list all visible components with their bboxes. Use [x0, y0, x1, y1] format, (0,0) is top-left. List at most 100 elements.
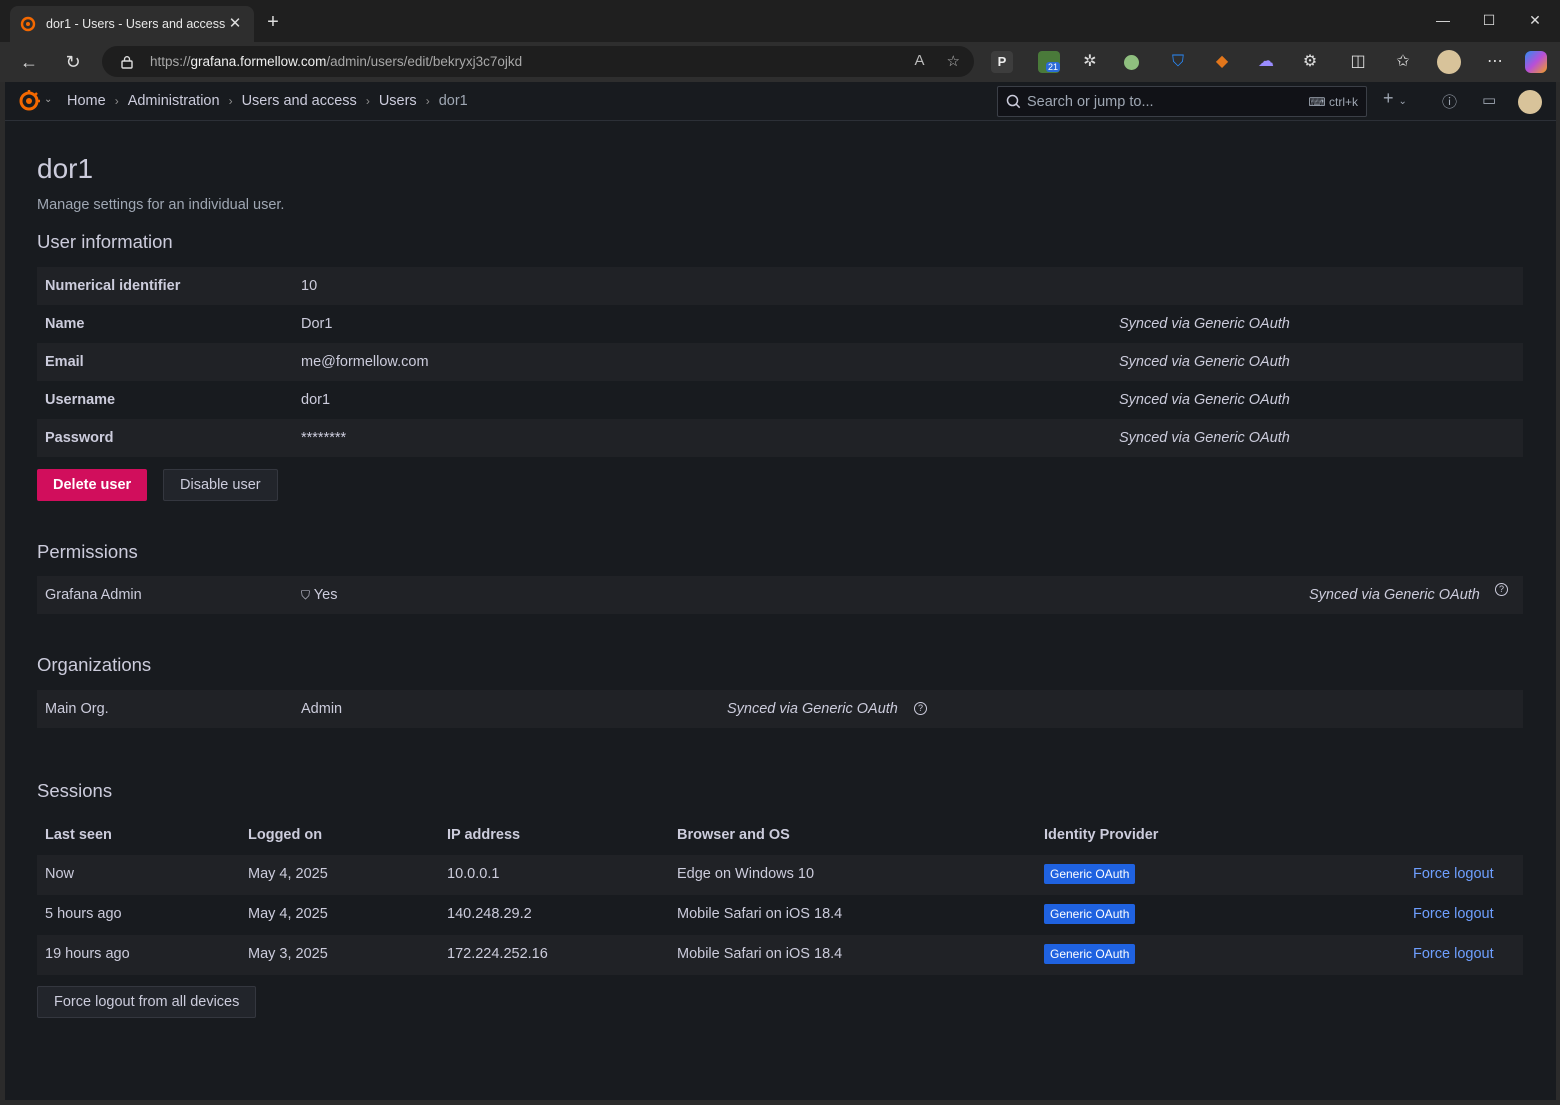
- permissions-heading: Permissions: [37, 541, 138, 562]
- address-bar[interactable]: https://grafana.formellow.com/admin/user…: [102, 46, 974, 77]
- extensions-puzzle-icon[interactable]: ⚙: [1299, 51, 1321, 73]
- sessions-heading: Sessions: [37, 780, 113, 801]
- last-seen: 19 hours ago: [45, 946, 130, 962]
- permissions-help-icon[interactable]: ?: [1495, 581, 1508, 597]
- user-info-row-password: Password ******** Synced via Generic OAu…: [37, 419, 1523, 457]
- disable-user-button[interactable]: Disable user: [163, 469, 278, 501]
- back-icon[interactable]: ←: [16, 50, 42, 74]
- browser-window: dor1 - Users - Users and access - ✕ + — …: [0, 0, 1560, 1105]
- force-logout-button[interactable]: Force logout: [1413, 946, 1494, 962]
- sync-status: Synced via Generic OAuth: [1119, 430, 1290, 446]
- user-info-row-name: Name Dor1 Synced via Generic OAuth: [37, 305, 1523, 343]
- browser-os: Mobile Safari on iOS 18.4: [677, 906, 843, 922]
- ip-address: 10.0.0.1: [447, 866, 500, 882]
- breadcrumb-administration[interactable]: Administration: [128, 93, 220, 109]
- ip-address: 140.248.29.2: [447, 906, 532, 922]
- row-label: Username: [45, 392, 116, 408]
- minimize-icon[interactable]: —: [1428, 8, 1458, 32]
- identity-provider-badge: Generic OAuth: [1044, 864, 1136, 884]
- row-value: ********: [301, 430, 347, 446]
- browser-tab-active[interactable]: dor1 - Users - Users and access - ✕: [10, 6, 254, 42]
- force-logout-button[interactable]: Force logout: [1413, 906, 1494, 922]
- breadcrumb-separator-icon: ›: [114, 94, 119, 108]
- sync-status: Synced via Generic OAuth: [1309, 587, 1480, 603]
- logged-on: May 3, 2025: [248, 946, 328, 962]
- sync-status: Synced via Generic OAuth: [727, 701, 898, 717]
- extension-p-icon[interactable]: P: [991, 51, 1013, 73]
- row-label: Name: [45, 316, 85, 332]
- extension-cloud-icon[interactable]: ☁: [1255, 51, 1277, 73]
- more-options-icon[interactable]: ⋯: [1484, 51, 1506, 73]
- extension-moth-icon[interactable]: ✲: [1079, 51, 1101, 73]
- org-role: Admin: [301, 701, 343, 717]
- copilot-icon[interactable]: [1525, 51, 1547, 73]
- extension-badge-icon[interactable]: 21: [1038, 51, 1061, 73]
- user-info-row-id: Numerical identifier 10: [37, 267, 1523, 305]
- user-info-heading: User information: [37, 231, 173, 252]
- top-nav: ⌄ Home › Administration › Users and acce…: [5, 82, 1556, 121]
- keyboard-shortcut-hint: ⌨ ctrl+k: [1308, 94, 1358, 109]
- page-title: dor1: [37, 153, 94, 184]
- org-help-icon[interactable]: ?: [914, 700, 927, 716]
- table-row: 19 hours ago May 3, 2025 172.224.252.16 …: [37, 935, 1523, 975]
- row-label: Grafana Admin: [45, 587, 142, 603]
- column-header: Logged on: [248, 827, 323, 843]
- row-label: Numerical identifier: [45, 278, 181, 294]
- help-icon[interactable]: ⓘ: [1442, 91, 1457, 112]
- row-label: Email: [45, 354, 84, 370]
- read-aloud-icon[interactable]: A: [915, 52, 925, 70]
- user-avatar[interactable]: [1518, 90, 1542, 114]
- search-icon: [1006, 94, 1021, 109]
- grafana-logo-icon[interactable]: [17, 89, 41, 113]
- user-info-row-email: Email me@formellow.com Synced via Generi…: [37, 343, 1523, 381]
- favorite-star-icon[interactable]: ☆: [947, 52, 960, 70]
- row-value: me@formellow.com: [301, 354, 429, 370]
- extension-fox-icon[interactable]: ◆: [1211, 51, 1233, 73]
- search-placeholder: Search or jump to...: [1027, 93, 1154, 110]
- delete-user-button[interactable]: Delete user: [37, 469, 148, 501]
- sessions-table-header: Last seen Logged on IP address Browser a…: [37, 827, 1523, 847]
- last-seen: 5 hours ago: [45, 906, 122, 922]
- search-input[interactable]: Search or jump to... ⌨ ctrl+k: [997, 86, 1367, 117]
- tab-close-icon[interactable]: ✕: [226, 15, 244, 33]
- org-name: Main Org.: [45, 701, 109, 717]
- browser-os: Edge on Windows 10: [677, 866, 815, 882]
- identity-provider-badge: Generic OAuth: [1044, 904, 1136, 924]
- sync-status: Synced via Generic OAuth: [1119, 354, 1290, 370]
- breadcrumb-current: dor1: [438, 93, 468, 109]
- column-header: Last seen: [45, 827, 112, 843]
- breadcrumb-users[interactable]: Users: [379, 93, 417, 109]
- breadcrumb-users-and-access[interactable]: Users and access: [242, 93, 357, 109]
- reload-icon[interactable]: ↻: [60, 50, 86, 74]
- split-screen-icon[interactable]: ◫: [1347, 51, 1369, 73]
- force-logout-button[interactable]: Force logout: [1413, 866, 1494, 882]
- extension-shield-icon[interactable]: ⛉: [1167, 51, 1189, 73]
- favorites-icon[interactable]: ✩: [1392, 51, 1414, 73]
- organization-row: Main Org. Admin Synced via Generic OAuth…: [37, 690, 1523, 728]
- add-new-plus-icon[interactable]: + ⌄: [1383, 88, 1407, 109]
- breadcrumb-home[interactable]: Home: [67, 93, 106, 109]
- force-logout-all-button[interactable]: Force logout from all devices: [37, 986, 257, 1018]
- logged-on: May 4, 2025: [248, 906, 328, 922]
- ip-address: 172.224.252.16: [447, 946, 548, 962]
- admin-value: ⛉ Yes: [301, 587, 338, 603]
- extension-circle-icon[interactable]: [1124, 55, 1139, 70]
- shield-icon: ⛉: [301, 588, 311, 602]
- close-window-icon[interactable]: ✕: [1520, 8, 1550, 32]
- menu-chevron-down-icon[interactable]: ⌄: [44, 94, 52, 105]
- grafana-favicon-icon: [20, 16, 36, 32]
- profile-avatar-icon[interactable]: [1437, 50, 1461, 74]
- tab-title: dor1 - Users - Users and access -: [46, 17, 226, 31]
- permissions-row-grafana-admin: Grafana Admin ⛉ Yes Synced via Generic O…: [37, 576, 1523, 614]
- browser-os: Mobile Safari on iOS 18.4: [677, 946, 843, 962]
- maximize-icon[interactable]: ☐: [1474, 8, 1504, 32]
- organizations-heading: Organizations: [37, 654, 152, 675]
- user-info-row-username: Username dor1 Synced via Generic OAuth: [37, 381, 1523, 419]
- news-icon[interactable]: ▭: [1482, 91, 1496, 109]
- breadcrumb: Home › Administration › Users and access…: [67, 93, 468, 109]
- sync-status: Synced via Generic OAuth: [1119, 392, 1290, 408]
- breadcrumb-separator-icon: ›: [228, 94, 233, 108]
- column-header: Browser and OS: [677, 827, 790, 843]
- new-tab-icon[interactable]: +: [262, 12, 284, 34]
- column-header: IP address: [447, 827, 521, 843]
